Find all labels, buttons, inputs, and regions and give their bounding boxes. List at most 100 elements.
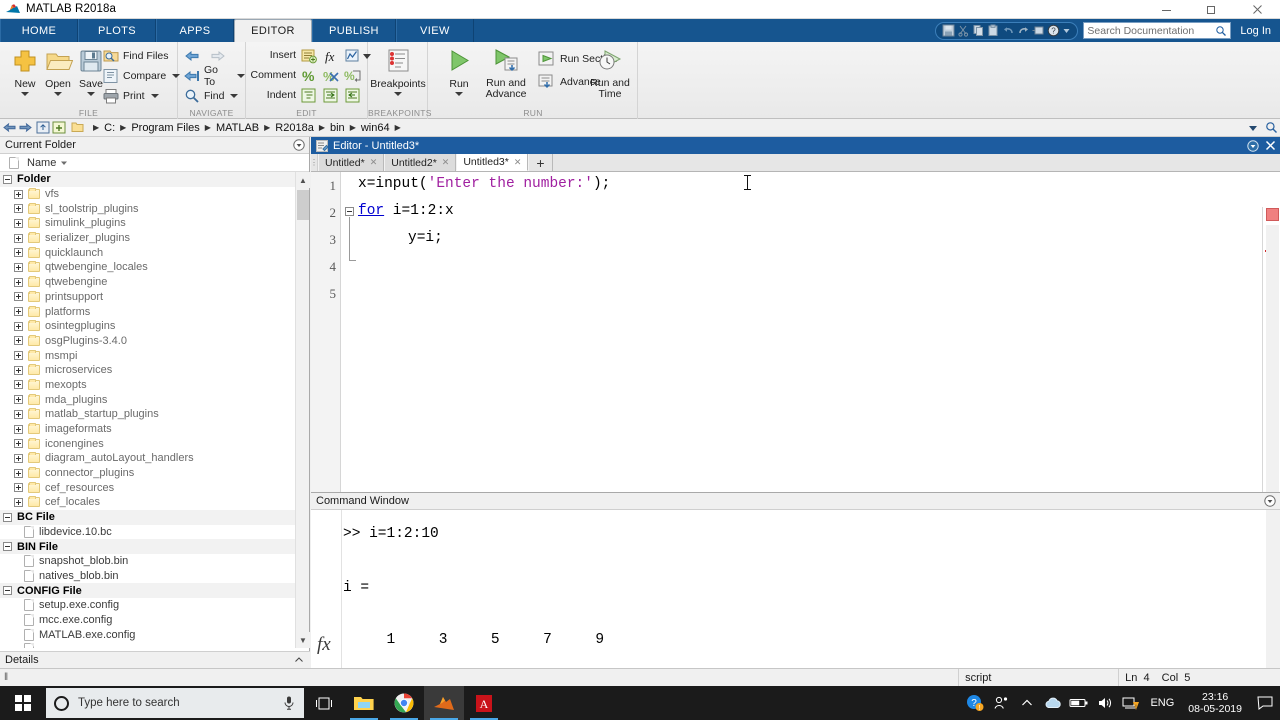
volume-icon[interactable]	[1092, 686, 1118, 720]
forward-arrow-icon[interactable]	[19, 121, 32, 134]
search-documentation-input[interactable]: Search Documentation	[1083, 22, 1232, 39]
expand-expander-icon[interactable]	[14, 189, 23, 199]
command-window-scrollbar[interactable]	[1266, 510, 1280, 668]
breadcrumb-item-1[interactable]: Program Files	[129, 122, 201, 134]
run-and-advance-button[interactable]: Run and Advance	[478, 46, 534, 100]
editor-analyzer-margin[interactable]	[1262, 207, 1280, 492]
expand-expander-icon[interactable]	[14, 424, 23, 434]
list-item[interactable]: quicklaunch	[0, 245, 296, 260]
taskbar-app-matlab[interactable]	[424, 686, 464, 720]
scrollbar-thumb[interactable]	[297, 190, 309, 220]
find-files-button[interactable]: Find Files	[103, 46, 169, 65]
undo-icon[interactable]	[1002, 24, 1015, 37]
comment-percent-icon[interactable]: %	[300, 67, 318, 85]
list-item[interactable]: libdevice.10.bc	[0, 525, 296, 540]
list-item[interactable]: matlab_startup_plugins	[0, 407, 296, 422]
tab-home[interactable]: HOME	[0, 19, 78, 42]
cut-icon[interactable]	[957, 24, 970, 37]
indent-right-icon[interactable]	[322, 87, 340, 105]
chevron-up-icon[interactable]	[294, 655, 304, 665]
fold-collapse-icon[interactable]	[345, 207, 354, 216]
run-and-time-button[interactable]: Run and Time	[585, 46, 635, 100]
tab-apps[interactable]: APPS	[156, 19, 234, 42]
expand-expander-icon[interactable]	[14, 307, 23, 317]
chevron-down-icon[interactable]	[237, 73, 245, 78]
indent-left-icon[interactable]	[344, 87, 362, 105]
list-item[interactable]: qtwebengine	[0, 275, 296, 290]
smart-indent-icon[interactable]	[300, 87, 318, 105]
breadcrumb-item-3[interactable]: R2018a	[273, 122, 316, 134]
list-item[interactable]: diagram_autoLayout_handlers	[0, 451, 296, 466]
list-item[interactable]: imageformats	[0, 422, 296, 437]
save-icon[interactable]	[942, 24, 955, 37]
minimize-button[interactable]	[1144, 0, 1189, 19]
up-folder-icon[interactable]	[36, 121, 50, 134]
list-item[interactable]: microservices	[0, 363, 296, 378]
fx-icon[interactable]: fx	[317, 634, 331, 656]
close-icon[interactable]: ✕	[442, 157, 450, 168]
expand-expander-icon[interactable]	[14, 351, 23, 361]
expand-expander-icon[interactable]	[14, 277, 23, 287]
copy-icon[interactable]	[972, 24, 985, 37]
chevron-down-icon[interactable]	[21, 92, 29, 96]
panel-options-icon[interactable]	[293, 139, 305, 151]
insert-plot-icon[interactable]	[344, 47, 362, 65]
expand-expander-icon[interactable]	[14, 468, 23, 478]
list-item[interactable]: MATLAB.exe.config	[0, 627, 296, 642]
list-item[interactable]: vfs	[0, 187, 296, 202]
list-item[interactable]: mcc.exe.config	[0, 613, 296, 628]
tab-editor[interactable]: EDITOR	[234, 19, 312, 42]
battery-icon[interactable]	[1066, 686, 1092, 720]
navigate-back-button[interactable]	[184, 46, 230, 65]
editor-code-text[interactable]: x=input('Enter the number:'); for i=1:2:…	[358, 172, 1262, 492]
expand-expander-icon[interactable]	[14, 409, 23, 419]
close-icon[interactable]: ✕	[514, 157, 522, 168]
expand-expander-icon[interactable]	[14, 497, 23, 507]
code-analyzer-status-indicator[interactable]	[1266, 208, 1279, 221]
task-view-button[interactable]	[304, 686, 344, 720]
simulink-icon[interactable]	[1032, 24, 1045, 37]
expand-expander-icon[interactable]	[14, 439, 23, 449]
redo-icon[interactable]	[1017, 24, 1030, 37]
start-button[interactable]	[0, 686, 46, 720]
maximize-button[interactable]	[1189, 0, 1234, 19]
list-item[interactable]: mexopts	[0, 378, 296, 393]
expand-expander-icon[interactable]	[14, 380, 23, 390]
browse-folder-icon[interactable]	[52, 121, 66, 134]
editor-code-area[interactable]: 1 2 3 4 5 x=input('Enter the number:'); …	[311, 172, 1280, 492]
close-icon[interactable]	[1265, 140, 1276, 151]
find-button[interactable]: Find	[184, 86, 239, 105]
editor-tab-untitled[interactable]: Untitled* ✕	[318, 154, 385, 171]
paste-icon[interactable]	[987, 24, 1000, 37]
insert-function-icon[interactable]: fx	[322, 47, 340, 65]
breadcrumb-item-2[interactable]: MATLAB	[214, 122, 261, 134]
chevron-down-icon[interactable]	[394, 92, 402, 96]
tab-view[interactable]: VIEW	[395, 19, 474, 42]
expand-expander-icon[interactable]	[14, 395, 23, 405]
expand-expander-icon[interactable]	[14, 262, 23, 272]
list-item[interactable]: sl_toolstrip_plugins	[0, 201, 296, 216]
show-hidden-icons-icon[interactable]	[1014, 686, 1040, 720]
panel-options-icon[interactable]	[1264, 495, 1276, 507]
command-window-output[interactable]: >> i=1:2:10 i = 1 3 5 7 9	[343, 510, 1266, 668]
chevron-down-icon[interactable]	[150, 93, 159, 98]
editor-tab-untitled3[interactable]: Untitled3* ✕	[456, 154, 529, 171]
list-item[interactable]: setup.exe.config	[0, 598, 296, 613]
collapse-expander-icon[interactable]	[3, 542, 12, 552]
chevron-down-icon[interactable]	[87, 92, 95, 96]
chevron-down-icon[interactable]	[230, 93, 239, 98]
log-in-button[interactable]: Log In	[1240, 25, 1271, 37]
tree-group-header[interactable]: Folder	[0, 172, 296, 187]
taskbar-app-adobe-reader[interactable]: A	[464, 686, 504, 720]
taskbar-search-input[interactable]: Type here to search	[46, 688, 304, 718]
collapse-expander-icon[interactable]	[3, 512, 12, 522]
language-indicator[interactable]: ENG	[1144, 697, 1180, 709]
chevron-down-icon[interactable]	[1247, 122, 1259, 134]
scroll-up-icon[interactable]: ▲	[296, 172, 310, 188]
onedrive-icon[interactable]	[1040, 686, 1066, 720]
list-item[interactable]	[0, 642, 296, 648]
expand-expander-icon[interactable]	[14, 218, 23, 228]
collapse-expander-icon[interactable]	[3, 174, 12, 184]
list-item[interactable]: printsupport	[0, 290, 296, 305]
list-item[interactable]: connector_plugins	[0, 466, 296, 481]
